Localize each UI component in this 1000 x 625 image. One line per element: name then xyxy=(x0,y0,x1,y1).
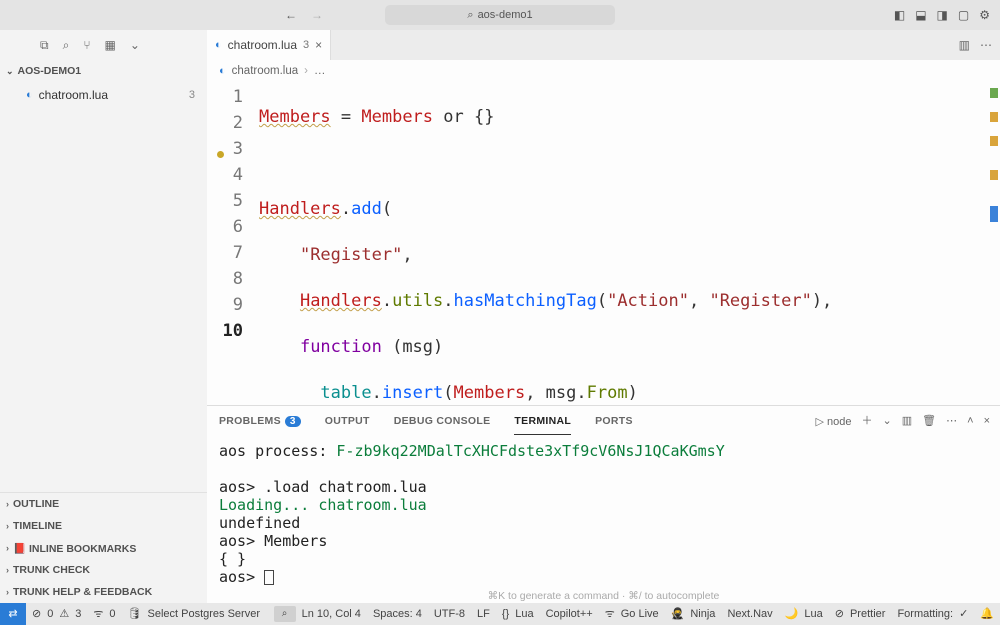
bottom-panel: PROBLEMS3 OUTPUT DEBUG CONSOLE TERMINAL … xyxy=(207,405,1000,603)
sidebar-section-timeline[interactable]: ›TIMELINE xyxy=(0,515,207,537)
terminal-cursor xyxy=(264,570,274,585)
layout-customize-icon[interactable]: ▢ xyxy=(958,9,969,21)
more-actions-icon[interactable]: ⋯ xyxy=(980,39,992,51)
editor-tab-bar: ◐ chatroom.lua 3 × ▥ ⋯ xyxy=(207,30,1000,60)
panel-tab-ports[interactable]: PORTS xyxy=(595,415,633,427)
new-terminal-icon[interactable]: ＋ xyxy=(862,416,873,427)
database-icon: 🛢 xyxy=(128,609,142,620)
close-tab-icon[interactable]: × xyxy=(315,39,322,51)
file-diagnostic-count: 3 xyxy=(189,89,195,101)
layout-sidebar-right-icon[interactable]: ◨ xyxy=(937,9,948,21)
sidebar-section-trunk-help[interactable]: ›TRUNK HELP & FEEDBACK xyxy=(0,581,207,603)
sidebar-section-trunk-check[interactable]: ›TRUNK CHECK xyxy=(0,559,207,581)
layout-panel-icon[interactable]: ⬓ xyxy=(915,9,926,21)
tab-file-name: chatroom.lua xyxy=(228,38,297,52)
breadcrumb-file: chatroom.lua xyxy=(232,65,298,77)
panel-tab-problems[interactable]: PROBLEMS3 xyxy=(219,415,301,427)
status-nextnav[interactable]: Next.Nav xyxy=(721,608,778,620)
chevron-down-icon: ⌄ xyxy=(6,67,14,76)
close-panel-icon[interactable]: × xyxy=(984,416,990,427)
search-icon[interactable]: ⌕ xyxy=(63,39,70,51)
maximize-panel-icon[interactable]: ˄ xyxy=(967,416,973,427)
radio-tower-icon: ᯤ xyxy=(93,609,103,620)
warning-icon: ⚠ xyxy=(59,609,69,620)
lua-file-icon: ◐ xyxy=(215,40,222,51)
editor-tab[interactable]: ◐ chatroom.lua 3 × xyxy=(207,30,331,60)
layout-sidebar-left-icon[interactable]: ◧ xyxy=(894,9,905,21)
remote-indicator[interactable]: ⇄ xyxy=(0,603,26,625)
workspace-header[interactable]: ⌄ AOS-DEMO1 xyxy=(0,60,207,82)
status-cursor-position[interactable]: Ln 10, Col 4 xyxy=(296,608,367,620)
panel-tab-terminal[interactable]: TERMINAL xyxy=(514,415,571,435)
status-eol[interactable]: LF xyxy=(471,608,496,620)
sidebar-section-inline-bookmarks[interactable]: ›📕 INLINE BOOKMARKS xyxy=(0,537,207,559)
settings-gear-icon[interactable]: ⚙ xyxy=(979,9,990,21)
terminal-content[interactable]: aos process: F-zb9kq22MDalTcXHCFdste3xTf… xyxy=(207,436,1000,603)
more-actions-icon[interactable]: ⋯ xyxy=(946,416,957,427)
search-icon: ⌕ xyxy=(467,10,473,21)
copy-icon[interactable]: ⧉ xyxy=(40,39,49,51)
remote-icon: ⇄ xyxy=(8,609,17,620)
status-postgres[interactable]: 🛢Select Postgres Server xyxy=(122,608,266,620)
bell-icon: 🔔 xyxy=(980,609,994,620)
sidebar-section-outline[interactable]: ›OUTLINE xyxy=(0,493,207,515)
lua-file-icon: ◐ xyxy=(26,90,33,101)
nav-forward-icon[interactable]: → xyxy=(311,9,323,21)
prettier-icon: ⊘ xyxy=(835,609,844,620)
broadcast-icon: ᯤ xyxy=(605,609,615,620)
ninja-icon: 🥷 xyxy=(671,609,685,620)
search-text: aos-demo1 xyxy=(478,9,533,21)
status-ninja[interactable]: 🥷 Ninja xyxy=(665,608,722,620)
workspace-name: AOS-DEMO1 xyxy=(18,65,82,77)
status-encoding[interactable]: UTF-8 xyxy=(428,608,471,620)
kill-terminal-icon[interactable]: 🗑 xyxy=(922,416,936,427)
problems-badge: 3 xyxy=(285,416,301,427)
file-name: chatroom.lua xyxy=(39,88,108,102)
status-copilot[interactable]: Copilot++ xyxy=(540,608,599,620)
title-bar: ← → ⌕ aos-demo1 ◧ ⬓ ◨ ▢ ⚙ xyxy=(0,0,1000,30)
status-prettier[interactable]: ⊘ Prettier xyxy=(829,608,892,620)
status-formatting[interactable]: Formatting: ✓ xyxy=(891,608,974,620)
source-control-icon[interactable]: ⑂ xyxy=(83,39,90,51)
braces-icon: {} xyxy=(502,609,509,620)
command-center-search[interactable]: ⌕ aos-demo1 xyxy=(385,5,615,25)
nav-back-icon[interactable]: ← xyxy=(285,9,297,21)
terminal-hint: ⌘K to generate a command · ⌘/ to autocom… xyxy=(219,590,988,602)
status-bar: ⇄ ⊘0 ⚠3 ᯤ0 🛢Select Postgres Server ⌕ Ln … xyxy=(0,603,1000,625)
status-indentation[interactable]: Spaces: 4 xyxy=(367,608,428,620)
panel-tab-debug-console[interactable]: DEBUG CONSOLE xyxy=(394,415,491,427)
tab-diagnostic-count: 3 xyxy=(303,39,309,51)
explorer-sidebar: ⧉ ⌕ ⑂ ▦ ⌄ ⌄ AOS-DEMO1 ◐ chatroom.lua 3 ›… xyxy=(0,30,207,603)
status-lua[interactable]: 🌙Lua xyxy=(779,608,829,620)
panel-tab-output[interactable]: OUTPUT xyxy=(325,415,370,427)
status-find-box[interactable]: ⌕ xyxy=(274,606,296,622)
lua-file-icon: ◐ xyxy=(219,66,226,77)
breadcrumb-more: … xyxy=(314,65,326,77)
extensions-icon[interactable]: ▦ xyxy=(105,39,116,51)
overview-ruler[interactable] xyxy=(988,82,1000,405)
status-radio[interactable]: ᯤ0 xyxy=(87,608,121,620)
split-editor-icon[interactable]: ▥ xyxy=(959,39,970,51)
status-notifications[interactable]: 🔔 xyxy=(974,609,1000,620)
status-go-live[interactable]: ᯤ Go Live xyxy=(599,608,665,620)
status-diagnostics[interactable]: ⊘0 ⚠3 xyxy=(26,608,87,620)
code-content[interactable]: Members = Members or {} Handlers.add( "R… xyxy=(253,82,1000,405)
split-terminal-icon[interactable]: ▥ xyxy=(902,416,912,427)
error-icon: ⊘ xyxy=(32,609,41,620)
breadcrumb[interactable]: ◐ chatroom.lua › … xyxy=(207,60,1000,82)
chevron-down-icon[interactable]: ⌄ xyxy=(130,39,140,51)
lua-status-icon: 🌙 xyxy=(785,609,799,620)
file-tree-item[interactable]: ◐ chatroom.lua 3 xyxy=(0,84,207,106)
check-icon: ✓ xyxy=(959,609,968,620)
code-editor[interactable]: 12345678910 Members = Members or {} Hand… xyxy=(207,82,1000,405)
line-number-gutter: 12345678910 xyxy=(207,82,253,405)
terminal-dropdown-icon[interactable]: ⌄ xyxy=(883,416,892,427)
terminal-profile-label[interactable]: ▷ node xyxy=(816,415,852,428)
status-language-mode[interactable]: {} Lua xyxy=(496,608,540,620)
search-icon: ⌕ xyxy=(282,609,288,619)
